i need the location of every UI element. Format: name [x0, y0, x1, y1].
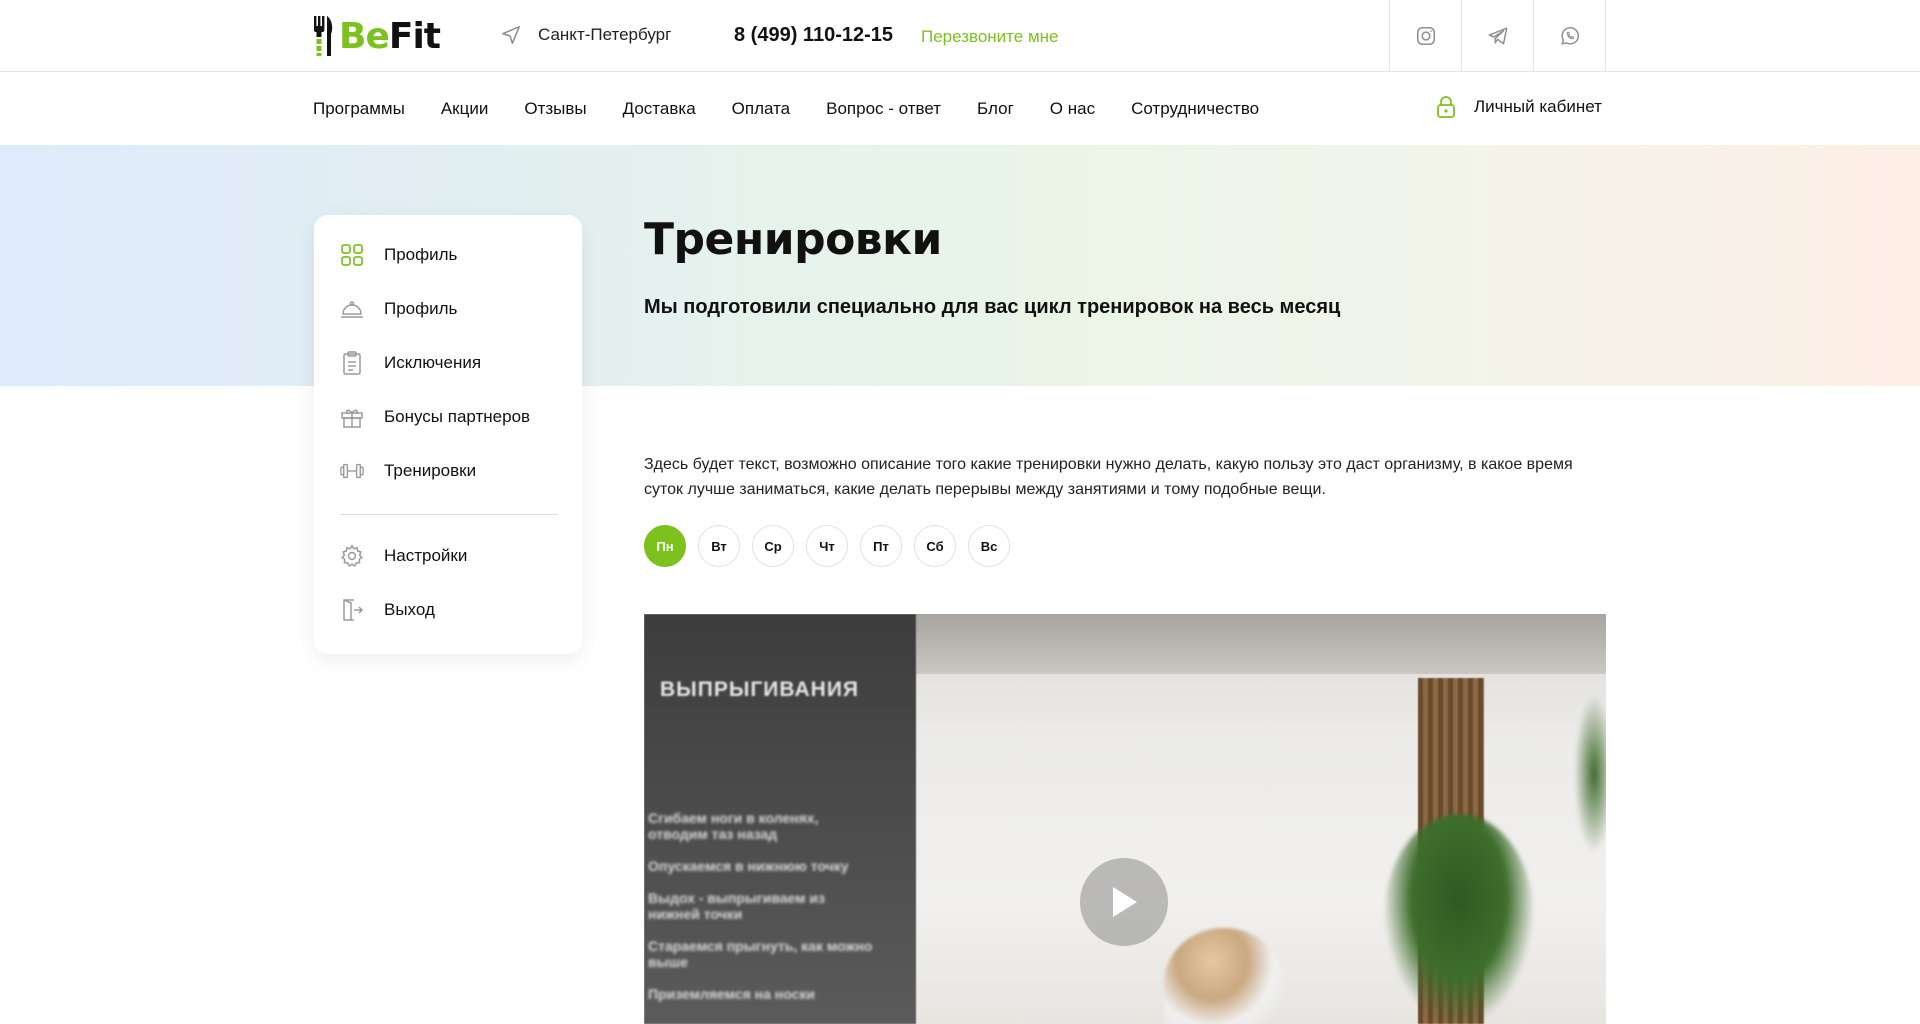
location-arrow-icon	[502, 26, 520, 44]
video-step: Выдох - выпрыгиваем из нижней точки	[648, 890, 825, 922]
nav-item-reviews[interactable]: Отзывы	[524, 99, 586, 119]
cabinet-label: Личный кабинет	[1474, 97, 1602, 116]
sidebar-item-logout[interactable]: Выход	[340, 598, 435, 622]
account-sidebar: Профиль Профиль Исключения Бонусы партне…	[314, 215, 582, 654]
day-button-tue[interactable]: Вт	[698, 525, 740, 567]
dumbbell-icon	[340, 459, 364, 483]
video-plant	[1384, 814, 1534, 1024]
social-links	[1389, 0, 1606, 72]
video-step: Приземляемся на носки	[648, 986, 815, 1002]
fork-knife-icon	[314, 16, 333, 56]
nav-item-faq[interactable]: Вопрос - ответ	[826, 99, 941, 119]
sidebar-item-label: Выход	[384, 600, 435, 619]
sidebar-item-exclusions[interactable]: Исключения	[340, 351, 481, 375]
phone-number[interactable]: 8 (499) 110-12-15	[734, 24, 893, 47]
whatsapp-icon[interactable]	[1534, 0, 1606, 72]
sidebar-item-label: Исключения	[384, 353, 482, 372]
nav-menu: Программы Акции Отзывы Доставка Оплата В…	[313, 72, 1295, 145]
logout-icon	[340, 598, 364, 622]
video-exercise-title: ВЫПРЫГИВАНИЯ	[660, 678, 860, 701]
nav-item-programs[interactable]: Программы	[313, 99, 405, 119]
play-button[interactable]	[1080, 858, 1168, 946]
day-button-mon[interactable]: Пн	[644, 525, 686, 567]
sidebar-item-profile-menu[interactable]: Профиль	[340, 297, 457, 321]
video-step: Сгибаем ноги в коленях, отводим таз наза…	[648, 810, 819, 842]
video-ceiling	[916, 614, 1606, 674]
nav-item-promos[interactable]: Акции	[441, 99, 489, 119]
personal-cabinet-link[interactable]: Личный кабинет	[1436, 96, 1602, 118]
day-button-fri[interactable]: Пт	[860, 525, 902, 567]
video-step: Стараемся прыгнуть, как можно выше	[648, 938, 873, 970]
logo-text: BeFit	[339, 15, 441, 57]
nav-item-partnership[interactable]: Сотрудничество	[1131, 99, 1259, 119]
page-title: Тренировки	[644, 214, 942, 265]
day-button-thu[interactable]: Чт	[806, 525, 848, 567]
day-button-sun[interactable]: Вс	[968, 525, 1010, 567]
main-nav: Программы Акции Отзывы Доставка Оплата В…	[0, 72, 1920, 145]
befit-logo[interactable]: BeFit	[313, 14, 441, 58]
gift-icon	[340, 405, 364, 429]
city-selector[interactable]: Санкт-Петербург	[500, 24, 671, 46]
video-plant-edge	[1574, 694, 1606, 854]
grid-icon	[340, 243, 364, 267]
top-header: BeFit Санкт-Петербург 8 (499) 110-12-15 …	[0, 0, 1920, 72]
sidebar-item-label: Тренировки	[384, 461, 477, 480]
callback-link[interactable]: Перезвоните мне	[921, 27, 1059, 47]
clipboard-icon	[340, 351, 364, 375]
cloche-icon	[340, 297, 364, 321]
video-step: Опускаемся в нижнюю точку	[648, 858, 849, 874]
sidebar-item-label: Настройки	[384, 546, 468, 565]
video-instructions-panel: ВЫПРЫГИВАНИЯ Сгибаем ноги в коленях, отв…	[644, 614, 916, 1024]
telegram-icon[interactable]	[1462, 0, 1534, 72]
video-steps-list: Сгибаем ноги в коленях, отводим таз наза…	[648, 810, 878, 1018]
instagram-icon[interactable]	[1390, 0, 1462, 72]
day-selector: Пн Вт Ср Чт Пт Сб Вс	[644, 525, 1010, 567]
gear-icon	[340, 544, 364, 568]
hero-background	[0, 145, 1920, 386]
play-icon	[1113, 887, 1137, 917]
page-subtitle: Мы подготовили специально для вас цикл т…	[644, 296, 1341, 318]
logo-be: Be	[339, 15, 390, 57]
city-label: Санкт-Петербург	[538, 25, 672, 44]
sidebar-item-profile[interactable]: Профиль	[340, 243, 457, 267]
nav-item-blog[interactable]: Блог	[977, 99, 1014, 119]
nav-item-payment[interactable]: Оплата	[732, 99, 790, 119]
sidebar-item-partner-bonuses[interactable]: Бонусы партнеров	[340, 405, 530, 429]
day-button-sat[interactable]: Сб	[914, 525, 956, 567]
sidebar-item-workouts[interactable]: Тренировки	[340, 459, 476, 483]
sidebar-item-label: Профиль	[384, 299, 458, 318]
lock-icon	[1437, 96, 1455, 118]
sidebar-item-settings[interactable]: Настройки	[340, 544, 467, 568]
sidebar-item-label: Бонусы партнеров	[384, 407, 531, 426]
sidebar-item-label: Профиль	[384, 245, 458, 264]
page-description: Здесь будет текст, возможно описание тог…	[644, 456, 1573, 498]
logo-fit: Fit	[388, 15, 441, 57]
sidebar-divider	[340, 514, 558, 515]
nav-item-delivery[interactable]: Доставка	[623, 99, 696, 119]
nav-item-about[interactable]: О нас	[1050, 99, 1095, 119]
workout-video[interactable]: ВЫПРЫГИВАНИЯ Сгибаем ноги в коленях, отв…	[644, 614, 1606, 1024]
day-button-wed[interactable]: Ср	[752, 525, 794, 567]
